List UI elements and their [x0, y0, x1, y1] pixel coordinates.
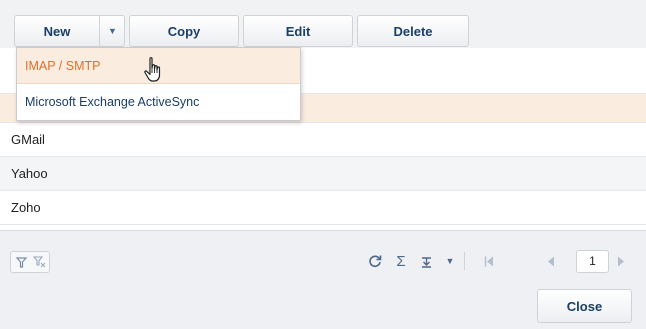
prev-page-icon[interactable] — [544, 251, 558, 271]
grid-footer: Σ ▼ 1 Close — [0, 230, 646, 329]
sum-icon[interactable]: Σ — [393, 251, 409, 271]
toolbar: New ▼ Copy Edit Delete — [0, 0, 646, 48]
table-row[interactable]: Zoho — [0, 191, 646, 225]
chevron-down-icon: ▼ — [108, 26, 117, 36]
edit-button[interactable]: Edit — [243, 15, 353, 47]
page-number-input[interactable]: 1 — [576, 250, 609, 273]
menu-item-exchange-activesync[interactable]: Microsoft Exchange ActiveSync — [17, 84, 300, 120]
table-row[interactable]: Yahoo — [0, 157, 646, 191]
next-page-icon[interactable] — [614, 251, 628, 271]
new-button[interactable]: New ▼ — [14, 15, 125, 47]
row-name: GMail — [11, 132, 45, 147]
clear-filter-icon[interactable] — [31, 254, 47, 270]
row-name: Yahoo — [11, 166, 48, 181]
filter-group — [10, 251, 50, 273]
row-name: Zoho — [11, 200, 41, 215]
new-dropdown-toggle[interactable]: ▼ — [99, 16, 125, 46]
close-button[interactable]: Close — [537, 289, 632, 323]
refresh-icon[interactable] — [367, 251, 383, 271]
delete-button[interactable]: Delete — [357, 15, 469, 47]
table-row[interactable]: GMail — [0, 123, 646, 157]
toolbar-separator — [464, 252, 465, 270]
export-icon[interactable] — [418, 251, 434, 271]
copy-button[interactable]: Copy — [129, 15, 239, 47]
new-button-label: New — [43, 23, 71, 39]
hand-cursor-icon — [143, 56, 165, 84]
filter-icon[interactable] — [13, 254, 29, 270]
first-page-icon[interactable] — [482, 251, 496, 271]
chevron-down-icon[interactable]: ▼ — [443, 251, 457, 271]
